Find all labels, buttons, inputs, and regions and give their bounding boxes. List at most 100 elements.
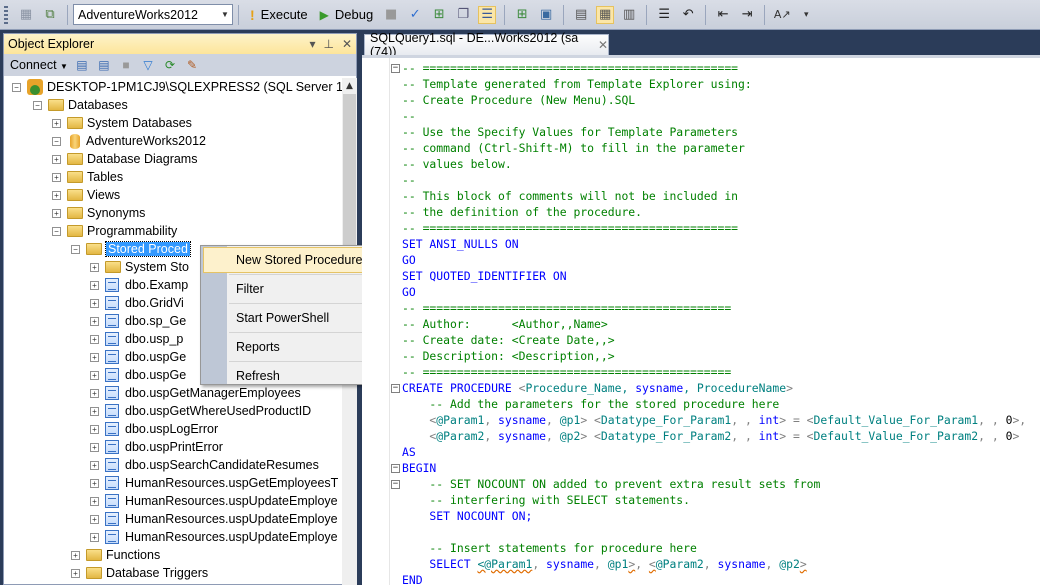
- expand-icon[interactable]: +: [90, 352, 99, 362]
- tree-node[interactable]: + Database Diagrams: [4, 150, 342, 168]
- display-plan-icon[interactable]: ⊞: [430, 6, 448, 24]
- tree-node[interactable]: − DESKTOP-1PM1CJ9\SQLEXPRESS2 (SQL Server…: [4, 78, 342, 96]
- include-plan-icon[interactable]: ⊞: [513, 6, 531, 24]
- toolbar-separator: [563, 4, 565, 25]
- collapse-region-icon[interactable]: −: [391, 464, 400, 473]
- expand-icon[interactable]: +: [90, 514, 99, 524]
- specify-template-values-icon[interactable]: A↗: [773, 6, 791, 24]
- sql-editor[interactable]: − -- ====================================…: [362, 55, 1040, 585]
- folder-icon: [67, 207, 83, 219]
- uncomment-icon[interactable]: ↶: [679, 6, 697, 24]
- expand-icon[interactable]: +: [90, 316, 99, 326]
- toolbar-grip[interactable]: [4, 5, 8, 24]
- folder-icon: [105, 261, 121, 273]
- tree-node[interactable]: + Database Triggers: [4, 564, 342, 582]
- dropdown-icon[interactable]: ▾: [309, 37, 315, 51]
- tree-node[interactable]: + Tables: [4, 168, 342, 186]
- tree-node[interactable]: + HumanResources.uspUpdateEmploye: [4, 510, 342, 528]
- expand-icon[interactable]: +: [90, 370, 99, 380]
- expand-icon[interactable]: +: [90, 424, 99, 434]
- collapse-icon[interactable]: −: [52, 226, 61, 236]
- expand-icon[interactable]: +: [52, 208, 61, 218]
- comment-icon[interactable]: ☰: [655, 6, 673, 24]
- expand-icon[interactable]: +: [90, 496, 99, 506]
- tree-node[interactable]: − Programmability: [4, 222, 342, 240]
- tree-node-label: Views: [87, 188, 121, 202]
- tree-node[interactable]: + Views: [4, 186, 342, 204]
- document-tabstrip: SQLQuery1.sql - DE...Works2012 (sa (74))…: [362, 31, 1040, 59]
- tab-sqlquery1[interactable]: SQLQuery1.sql - DE...Works2012 (sa (74))…: [364, 31, 609, 59]
- expand-icon[interactable]: +: [52, 154, 61, 164]
- parse-check-icon[interactable]: ✓: [406, 6, 424, 24]
- tree-node[interactable]: + System Databases: [4, 114, 342, 132]
- decrease-indent-icon[interactable]: ⇤: [714, 6, 732, 24]
- close-icon[interactable]: ✕: [342, 37, 352, 51]
- debug-button[interactable]: ▶ Debug: [314, 7, 380, 22]
- code-token: ,: [594, 557, 608, 571]
- database-selector[interactable]: AdventureWorks2012 ▼: [73, 4, 233, 25]
- expand-icon[interactable]: +: [90, 388, 99, 398]
- tree-node[interactable]: + dbo.uspLogError: [4, 420, 342, 438]
- refresh-icon[interactable]: ⟳: [162, 57, 178, 73]
- pin-icon[interactable]: ⊥: [323, 37, 333, 51]
- client-stats-icon[interactable]: ▣: [537, 6, 555, 24]
- expand-icon[interactable]: +: [90, 532, 99, 542]
- toolbar-overflow-icon[interactable]: ▾: [797, 6, 815, 24]
- code-token: , ,: [978, 429, 1006, 443]
- stop-icon[interactable]: ■: [118, 57, 134, 73]
- toolbar-separator: [646, 4, 648, 25]
- expand-icon[interactable]: +: [52, 190, 61, 200]
- collapse-icon[interactable]: −: [71, 244, 80, 254]
- execute-button[interactable]: ! Execute: [244, 7, 314, 23]
- connect-button[interactable]: Connect ▼: [10, 58, 68, 72]
- code-area[interactable]: − -- ====================================…: [391, 60, 1026, 585]
- tree-node-label: HumanResources.uspUpdateEmploye: [125, 530, 338, 544]
- expand-icon[interactable]: +: [52, 118, 61, 128]
- collapse-icon[interactable]: −: [52, 136, 61, 146]
- stop-icon[interactable]: ■: [382, 6, 400, 24]
- tree-node[interactable]: − AdventureWorks2012: [4, 132, 342, 150]
- filter-icon[interactable]: ▽: [140, 57, 156, 73]
- expand-icon[interactable]: +: [71, 550, 80, 560]
- tree-node[interactable]: + HumanResources.uspUpdateEmploye: [4, 528, 342, 546]
- tree-node[interactable]: + dbo.uspGetWhereUsedProductID: [4, 402, 342, 420]
- code-token: SET NOCOUNT ON;: [402, 509, 533, 523]
- scroll-up-icon[interactable]: ▲: [342, 78, 357, 94]
- collapse-icon[interactable]: −: [33, 100, 42, 110]
- tree-node-label: dbo.uspGe: [125, 368, 187, 382]
- increase-indent-icon[interactable]: ⇥: [738, 6, 756, 24]
- expand-icon[interactable]: +: [52, 172, 61, 182]
- expand-icon[interactable]: +: [90, 442, 99, 452]
- editor-gutter: [362, 58, 390, 585]
- script-icon[interactable]: ✎: [184, 57, 200, 73]
- expand-icon[interactable]: +: [90, 262, 99, 272]
- expand-icon[interactable]: +: [90, 298, 99, 308]
- expand-icon[interactable]: +: [90, 460, 99, 470]
- collapse-icon[interactable]: −: [12, 82, 21, 92]
- connect-icon[interactable]: ▦: [17, 6, 35, 24]
- collapse-region-icon[interactable]: −: [391, 64, 400, 73]
- results-to-file-icon[interactable]: ▥: [620, 6, 638, 24]
- expand-icon[interactable]: +: [90, 478, 99, 488]
- close-icon[interactable]: ✕: [598, 38, 608, 52]
- tree-node[interactable]: + dbo.uspSearchCandidateResumes: [4, 456, 342, 474]
- tree-node[interactable]: + Functions: [4, 546, 342, 564]
- expand-icon[interactable]: +: [71, 568, 80, 578]
- query-designer-icon[interactable]: ❐: [454, 6, 472, 24]
- expand-icon[interactable]: +: [90, 334, 99, 344]
- expand-icon[interactable]: +: [90, 280, 99, 290]
- results-to-grid-icon[interactable]: ▦: [596, 5, 615, 24]
- collapse-region-icon[interactable]: −: [391, 384, 400, 393]
- specify-values-icon[interactable]: ☰: [478, 5, 497, 24]
- tree-node[interactable]: + Synonyms: [4, 204, 342, 222]
- tree-node[interactable]: − Databases: [4, 96, 342, 114]
- expand-icon[interactable]: +: [90, 406, 99, 416]
- tree-node[interactable]: + HumanResources.uspGetEmployeesT: [4, 474, 342, 492]
- tree-node[interactable]: + HumanResources.uspUpdateEmploye: [4, 492, 342, 510]
- disconnect-icon[interactable]: ▤: [96, 57, 112, 73]
- results-to-text-icon[interactable]: ▤: [572, 6, 590, 24]
- connect-server-icon[interactable]: ▤: [74, 57, 90, 73]
- tree-node[interactable]: + dbo.uspPrintError: [4, 438, 342, 456]
- collapse-region-icon[interactable]: −: [391, 480, 400, 489]
- change-connection-icon[interactable]: ⧉: [41, 6, 59, 24]
